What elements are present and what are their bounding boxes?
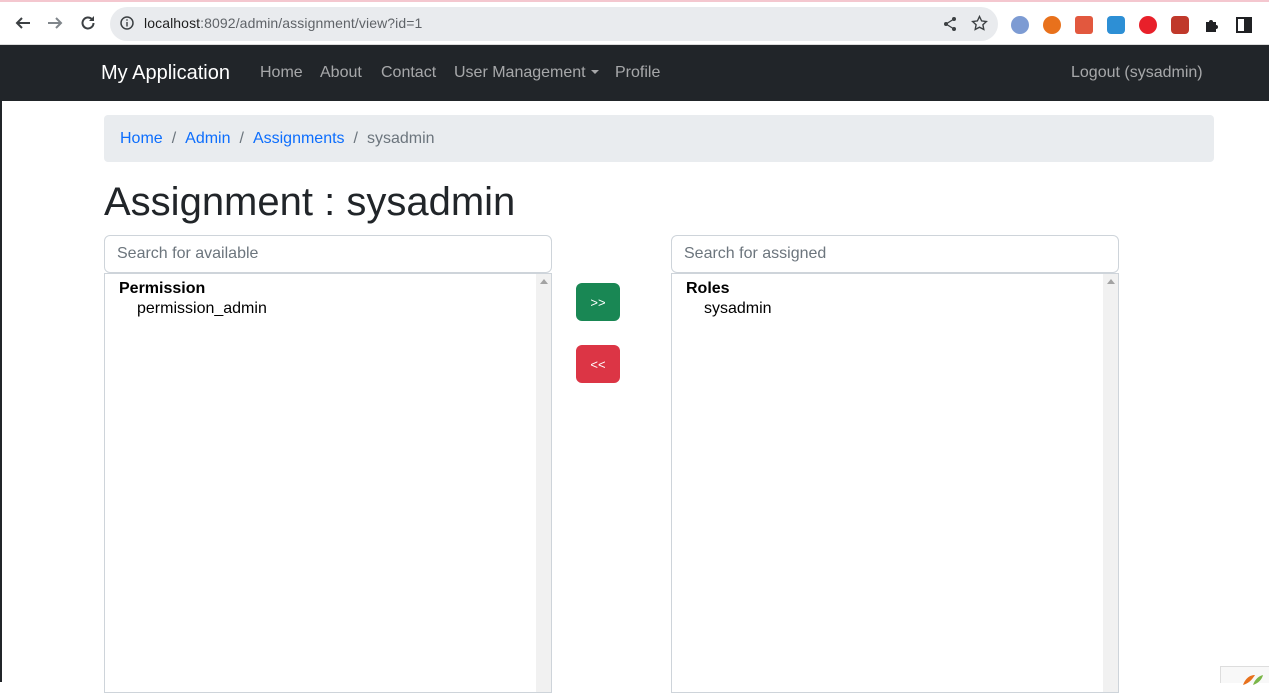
caret-down-icon (590, 70, 599, 74)
page-title: Assignment : sysadmin (104, 180, 516, 224)
scroll-up-arrow-icon[interactable] (1107, 279, 1115, 284)
side-panel-icon[interactable] (1235, 16, 1253, 34)
nav-contact[interactable]: Contact (381, 64, 436, 82)
search-assigned-input[interactable] (671, 235, 1119, 273)
top-navbar: My Application Home About Contact User M… (2, 45, 1269, 101)
share-icon[interactable] (942, 16, 958, 37)
forward-icon[interactable] (44, 12, 66, 34)
breadcrumb-assignments[interactable]: Assignments (253, 130, 345, 148)
back-icon[interactable] (12, 12, 34, 34)
nav-about[interactable]: About (320, 64, 362, 82)
nav-user-management-label: User Management (454, 64, 586, 81)
breadcrumb-separator: / (353, 129, 358, 147)
assign-button[interactable]: >> (576, 283, 620, 321)
address-bar[interactable]: localhost:8092/admin/assignment/view?id=… (110, 7, 998, 41)
bookmark-star-icon[interactable] (971, 14, 988, 37)
nav-profile[interactable]: Profile (615, 64, 660, 82)
breadcrumb-home[interactable]: Home (120, 130, 163, 148)
remove-button[interactable]: << (576, 345, 620, 383)
url-text: localhost:8092/admin/assignment/view?id=… (144, 15, 423, 31)
breadcrumb-admin[interactable]: Admin (185, 130, 230, 148)
extensions-puzzle-icon[interactable] (1203, 16, 1221, 34)
nav-user-management-dropdown[interactable]: User Management (454, 64, 599, 82)
assigned-listbox[interactable]: Roles sysadmin (671, 273, 1119, 693)
breadcrumb-current: sysadmin (367, 129, 435, 147)
search-available-input[interactable] (104, 235, 552, 273)
assigned-scrollbar[interactable] (1103, 274, 1118, 692)
corner-widget (1220, 666, 1269, 685)
logout-link[interactable]: Logout (sysadmin) (1071, 64, 1203, 82)
breadcrumb: Home / Admin / Assignments / sysadmin (104, 115, 1214, 162)
site-info-icon[interactable] (120, 16, 134, 35)
extension-adblock-icon[interactable] (1139, 16, 1157, 34)
extension-figure-icon[interactable] (1075, 16, 1093, 34)
nav-home[interactable]: Home (260, 64, 303, 82)
available-group-label: Permission (119, 280, 206, 297)
extension-cookie-icon[interactable] (1043, 16, 1061, 34)
reload-icon[interactable] (77, 12, 99, 34)
assigned-option[interactable]: sysadmin (704, 300, 772, 318)
available-scrollbar[interactable] (536, 274, 551, 692)
assigned-group-label: Roles (686, 280, 730, 297)
window-edge (0, 45, 2, 682)
extension-fi-icon[interactable] (1107, 16, 1125, 34)
extension-globe-icon[interactable] (1011, 16, 1029, 34)
breadcrumb-separator: / (171, 129, 177, 147)
breadcrumb-separator: / (239, 129, 244, 147)
available-listbox[interactable]: Permission permission_admin (104, 273, 552, 693)
brand-link[interactable]: My Application (101, 62, 230, 85)
scroll-up-arrow-icon[interactable] (540, 279, 548, 284)
extension-record-icon[interactable] (1171, 16, 1189, 34)
browser-toolbar: localhost:8092/admin/assignment/view?id=… (0, 0, 1269, 45)
available-option[interactable]: permission_admin (137, 300, 267, 318)
